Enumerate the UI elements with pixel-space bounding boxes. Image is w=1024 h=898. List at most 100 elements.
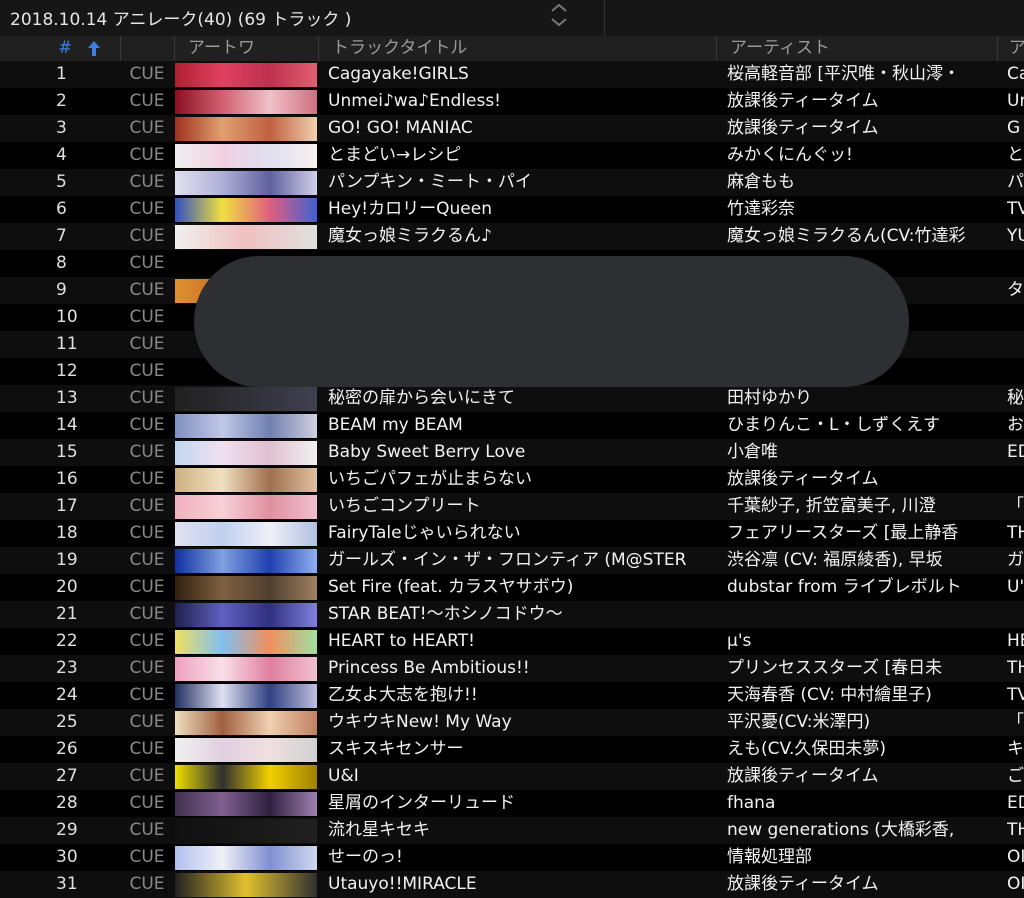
track-title: せーのっ! [328,847,403,867]
track-title: スキスキセンサー [328,739,464,759]
track-row[interactable]: 30 CUE せーのっ! 情報処理部 OI [0,844,1024,871]
track-row[interactable]: 13 CUE 秘密の扉から会いにきて 田村ゆかり 秘 [0,385,1024,412]
artwork-thumbnail [175,117,317,141]
track-extra: Ur [1007,91,1024,111]
cue-label: CUE [129,550,165,570]
track-row[interactable]: 6 CUE Hey!カロリーQueen 竹達彩奈 TV [0,196,1024,223]
track-extra: タ [1007,280,1024,300]
track-extra [1007,466,1024,493]
track-row[interactable]: 15 CUE Baby Sweet Berry Love 小倉唯 ED [0,439,1024,466]
artwork-thumbnail [175,441,317,465]
artwork-thumbnail [175,198,317,222]
track-row[interactable]: 19 CUE ガールズ・イン・ザ・フロンティア (M@STER 渋谷凛 (CV: 福原… [0,547,1024,574]
col-header-num[interactable]: # [58,36,72,61]
cue-label: CUE [129,172,165,192]
track-artist: みかくにんぐッ! [727,145,853,165]
col-header-artwork[interactable]: アートワ [188,36,255,61]
track-row[interactable]: 25 CUE ウキウキNew! My Way 平沢憂(CV:米澤円) 「I [0,709,1024,736]
track-row[interactable]: 21 CUE STAR BEAT!〜ホシノコドウ〜 [0,601,1024,628]
track-row[interactable]: 2 CUE Unmei♪wa♪Endless! 放課後ティータイム Ur [0,88,1024,115]
track-row[interactable]: 14 CUE BEAM my BEAM ひまりんこ・L・しずくえす お [0,412,1024,439]
track-row[interactable]: 4 CUE とまどい→レシピ みかくにんぐッ! と [0,142,1024,169]
track-row[interactable]: 3 CUE GO! GO! MANIAC 放課後ティータイム G [0,115,1024,142]
track-title: Cagayake!GIRLS [328,64,469,84]
track-extra: 秘 [1007,388,1024,408]
track-extra: お [1007,415,1024,435]
cue-label: CUE [129,793,165,813]
track-artist: ひまりんこ・L・しずくえす [727,415,941,435]
track-row[interactable]: 29 CUE 流れ星キセキ new generations (大橋彩香, TH [0,817,1024,844]
track-number: 19 [56,550,78,570]
track-row[interactable]: 23 CUE Princess Be Ambitious!! プリンセススターズ [春… [0,655,1024,682]
track-row[interactable]: 17 CUE いちごコンプリート 千葉紗子, 折笠富美子, 川澄 「Ö [0,493,1024,520]
artwork-thumbnail [175,873,317,897]
track-extra: TH [1007,523,1024,543]
artwork-thumbnail [175,630,317,654]
track-artist: 魔女っ娘ミラクるん(CV:竹達彩 [727,226,966,246]
track-row[interactable]: 22 CUE HEART to HEART! μ's HE [0,628,1024,655]
track-number: 14 [56,415,78,435]
track-row[interactable]: 31 CUE Utauyo!!MIRACLE 放課後ティータイム OI [0,871,1024,898]
track-artist: 田村ゆかり [727,388,812,408]
track-row[interactable]: 26 CUE スキスキセンサー えも(CV.久保田未夢) キ [0,736,1024,763]
cue-label: CUE [129,388,165,408]
track-number: 11 [56,334,78,354]
track-title: ウキウキNew! My Way [328,712,512,732]
track-number: 25 [56,712,78,732]
col-header-extra[interactable]: ア [1009,36,1024,61]
track-extra: YU [1007,226,1024,246]
track-title: Princess Be Ambitious!! [328,658,530,678]
track-row[interactable]: 16 CUE いちごパフェが止まらない 放課後ティータイム [0,466,1024,493]
track-number: 15 [56,442,78,462]
track-title: Utauyo!!MIRACLE [328,874,477,894]
track-extra: Ca [1007,64,1024,84]
cue-label: CUE [129,604,165,624]
track-extra: 「I [1007,712,1024,732]
artwork-thumbnail [175,414,317,438]
track-title: 星屑のインターリュード [328,793,515,813]
artwork-thumbnail [175,711,317,735]
track-row[interactable]: 20 CUE Set Fire (feat. カラスヤサボウ) dubstar fro… [0,574,1024,601]
track-extra: ご [1007,766,1024,786]
table-header: # アートワ トラックタイトル アーティスト ア [0,36,1024,61]
cue-label: CUE [129,496,165,516]
track-number: 22 [56,631,78,651]
track-title: 魔女っ娘ミラクるん♪ [328,226,492,246]
track-extra: OI [1007,874,1024,894]
updown-arrows-icon[interactable] [548,0,570,30]
track-title: 乙女よ大志を抱け!! [328,685,478,705]
track-number: 5 [56,172,67,192]
track-row[interactable]: 27 CUE U&I 放課後ティータイム ご [0,763,1024,790]
track-extra: TH [1007,658,1024,678]
track-extra [1007,358,1024,385]
track-title: STAR BEAT!〜ホシノコドウ〜 [328,604,563,624]
track-row[interactable]: 5 CUE パンプキン・ミート・パイ 麻倉もも パ [0,169,1024,196]
cue-label: CUE [129,91,165,111]
track-number: 17 [56,496,78,516]
sort-ascending-icon[interactable] [86,36,102,61]
track-row[interactable]: 18 CUE FairyTaleじゃいられない フェアリースターズ [最上静香 TH [0,520,1024,547]
track-extra: TV [1007,685,1024,705]
header-divider [318,36,319,61]
cue-label: CUE [129,442,165,462]
artwork-thumbnail [175,657,317,681]
track-extra: パ [1007,172,1024,192]
track-title: Set Fire (feat. カラスヤサボウ) [328,577,574,597]
track-number: 29 [56,820,78,840]
artwork-thumbnail [175,225,317,249]
track-extra [1007,250,1024,277]
track-row[interactable]: 24 CUE 乙女よ大志を抱け!! 天海春香 (CV: 中村繪里子) TV [0,682,1024,709]
track-row[interactable]: 7 CUE 魔女っ娘ミラクるん♪ 魔女っ娘ミラクるん(CV:竹達彩 YU [0,223,1024,250]
track-number: 6 [56,199,67,219]
cue-label: CUE [129,523,165,543]
track-title: Unmei♪wa♪Endless! [328,91,501,111]
track-artist: 放課後ティータイム [727,469,879,489]
track-row[interactable]: 28 CUE 星屑のインターリュード fhana ED [0,790,1024,817]
track-extra [1007,304,1024,331]
track-title: U&I [328,766,359,786]
col-header-title[interactable]: トラックタイトル [332,36,467,61]
cue-label: CUE [129,64,165,84]
track-row[interactable]: 1 CUE Cagayake!GIRLS 桜高軽音部 [平沢唯・秋山澪・ Ca [0,61,1024,88]
col-header-artist[interactable]: アーティスト [730,36,830,61]
track-number: 28 [56,793,78,813]
